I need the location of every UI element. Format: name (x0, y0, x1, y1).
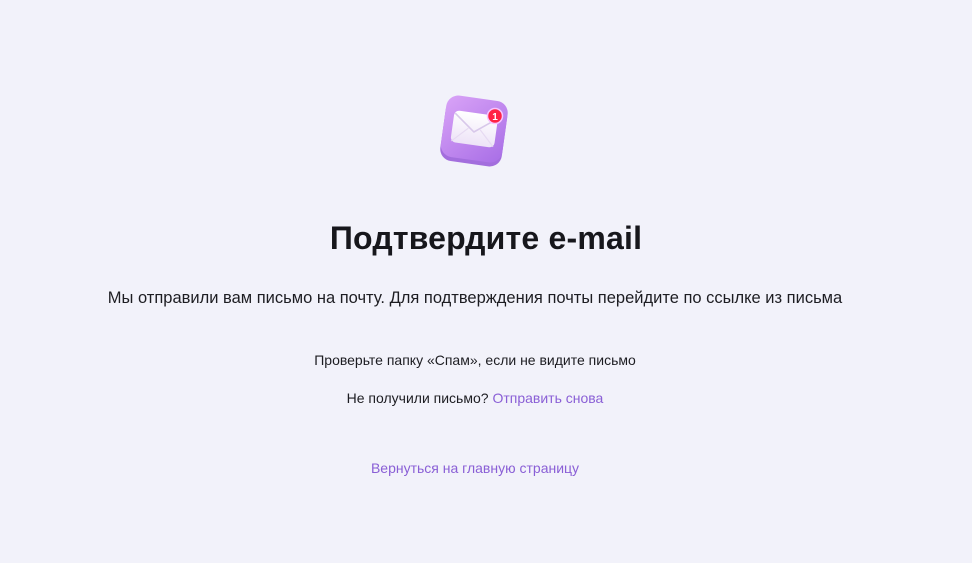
envelope-notification-icon: 1 (434, 91, 514, 171)
back-to-home-link[interactable]: Вернуться на главную страницу (371, 460, 579, 476)
page-title: Подтвердите e-mail (329, 220, 643, 256)
resend-line: Не получили письмо? Отправить снова (0, 390, 950, 406)
resend-prompt: Не получили письмо? (346, 390, 493, 406)
confirmation-message: Мы отправили вам письмо на почту. Для по… (107, 289, 843, 307)
envelope-icon: 1 (440, 95, 508, 167)
spam-folder-hint: Проверьте папку «Спам», если не видите п… (314, 352, 636, 368)
home-link-row: Вернуться на главную страницу (0, 460, 950, 476)
email-confirmation-page: 1 Подтвердите e-mail Мы отправили вам пи… (0, 0, 972, 563)
notification-badge-count: 1 (492, 112, 498, 123)
resend-link[interactable]: Отправить снова (492, 390, 603, 406)
notification-badge: 1 (486, 107, 504, 125)
